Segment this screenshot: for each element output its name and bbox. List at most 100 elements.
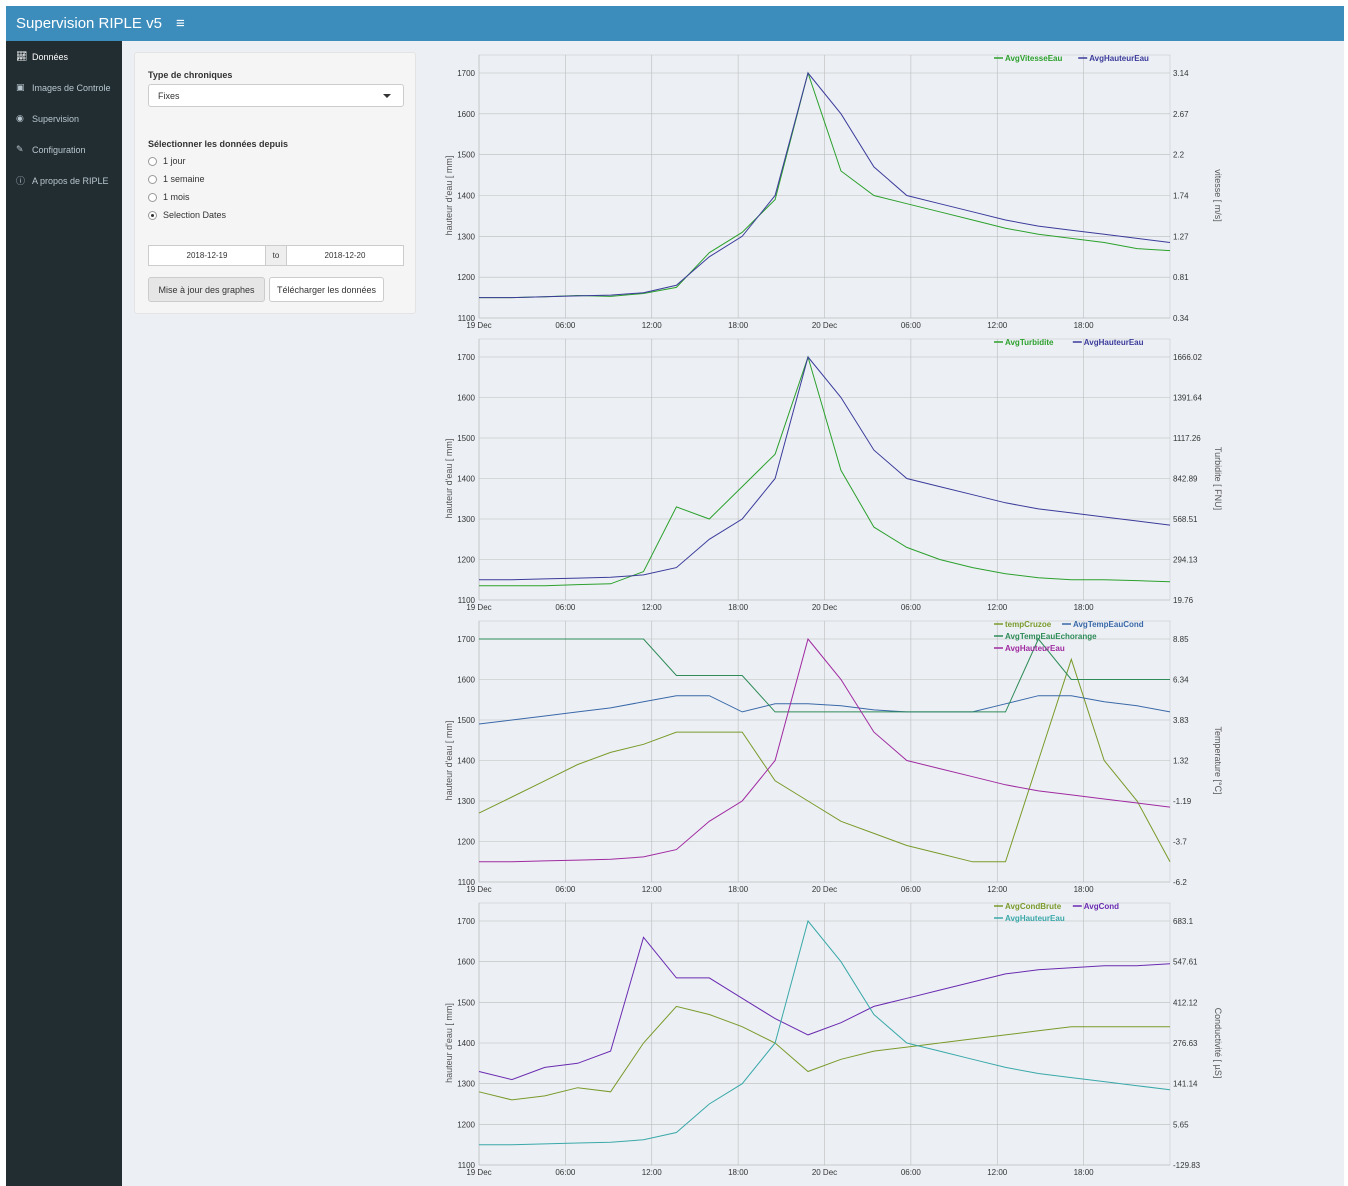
x-tick-label: 19 Dec <box>466 603 491 612</box>
x-tick-label: 18:00 <box>1074 1168 1095 1177</box>
x-tick-label: 12:00 <box>642 321 663 330</box>
y2-tick-label: 1391.64 <box>1173 394 1202 403</box>
y2-tick-label: 2.2 <box>1173 151 1185 160</box>
y2-tick-label: 0.81 <box>1173 273 1189 282</box>
y-tick-label: 1200 <box>457 1120 475 1129</box>
legend-entry: AvgTempEauCond <box>1073 620 1144 629</box>
x-tick-label: 06:00 <box>555 885 576 894</box>
y-tick-label: 1600 <box>457 394 475 403</box>
y2-tick-label: 0.34 <box>1173 314 1189 323</box>
y2-tick-label: 1666.02 <box>1173 353 1202 362</box>
y-axis-label: hauteur d'eau [ mm] <box>444 156 454 236</box>
chart-3: 1100 -6.21200 -3.71300 -1.191400 1.321500 3.8… <box>444 620 1223 894</box>
y-tick-label: 1300 <box>457 1080 475 1089</box>
y2-tick-label: 3.14 <box>1173 69 1189 78</box>
x-tick-label: 18:00 <box>728 885 749 894</box>
x-tick-label: 18:00 <box>1074 603 1095 612</box>
x-tick-label: 20 Dec <box>812 603 837 612</box>
y2-tick-label: -3.7 <box>1173 838 1187 847</box>
y2-tick-label: 276.63 <box>1173 1039 1198 1048</box>
legend-entry: AvgVitesseEau <box>1005 54 1062 63</box>
legend-entry: AvgHauteurEau <box>1005 914 1065 923</box>
y-tick-label: 1300 <box>457 797 475 806</box>
legend-entry: AvgTurbidite <box>1005 338 1054 347</box>
y-tick-label: 1600 <box>457 958 475 967</box>
x-tick-label: 18:00 <box>1074 885 1095 894</box>
x-tick-label: 20 Dec <box>812 321 837 330</box>
x-tick-label: 18:00 <box>1074 321 1095 330</box>
charts-area: 1100 0.341200 0.811300 1.271400 1.741500 2.21… <box>444 54 1223 1177</box>
legend-entry: AvgHauteurEau <box>1005 644 1065 653</box>
y-tick-label: 1700 <box>457 69 475 78</box>
y2-tick-label: 412.12 <box>1173 998 1198 1007</box>
y-tick-label: 1200 <box>457 556 475 565</box>
y-tick-label: 1500 <box>457 434 475 443</box>
y2-tick-label: 6.34 <box>1173 676 1189 685</box>
y-tick-label: 1400 <box>457 475 475 484</box>
y2-tick-label: 3.83 <box>1173 716 1189 725</box>
x-tick-label: 12:00 <box>987 1168 1008 1177</box>
y2-axis-label: Temperature [°C] <box>1213 726 1223 794</box>
x-tick-label: 06:00 <box>901 321 922 330</box>
x-tick-label: 06:00 <box>901 603 922 612</box>
y-tick-label: 1500 <box>457 716 475 725</box>
x-tick-label: 12:00 <box>987 321 1008 330</box>
y2-tick-label: 1117.26 <box>1173 434 1201 443</box>
legend-entry: AvgHauteurEau <box>1089 54 1149 63</box>
y2-axis-label: vitesse [ m/s] <box>1213 169 1223 222</box>
x-tick-label: 12:00 <box>642 1168 663 1177</box>
y-tick-label: 1700 <box>457 635 475 644</box>
y2-tick-label: -6.2 <box>1173 878 1187 887</box>
x-tick-label: 12:00 <box>642 603 663 612</box>
y2-tick-label: 842.89 <box>1173 475 1198 484</box>
chart-2: 1100 19.761200 294.131300 568.511400 842.891… <box>444 338 1223 612</box>
y2-tick-label: 1.32 <box>1173 757 1189 766</box>
x-tick-label: 06:00 <box>555 321 576 330</box>
x-tick-label: 20 Dec <box>812 1168 837 1177</box>
y-tick-label: 1400 <box>457 757 475 766</box>
y2-tick-label: 1.74 <box>1173 192 1189 201</box>
legend-entry: AvgHauteurEau <box>1084 338 1144 347</box>
legend-entry: AvgCond <box>1084 902 1119 911</box>
x-tick-label: 18:00 <box>728 321 749 330</box>
y2-tick-label: 294.13 <box>1173 556 1198 565</box>
x-tick-label: 18:00 <box>728 1168 749 1177</box>
x-tick-label: 19 Dec <box>466 321 491 330</box>
y-tick-label: 1700 <box>457 917 475 926</box>
y2-tick-label: 19.76 <box>1173 596 1194 605</box>
y-axis-label: hauteur d'eau [ mm] <box>444 439 454 519</box>
y2-tick-label: 8.85 <box>1173 635 1189 644</box>
x-tick-label: 06:00 <box>555 603 576 612</box>
y-tick-label: 1600 <box>457 110 475 119</box>
y2-tick-label: 568.51 <box>1173 515 1198 524</box>
y2-tick-label: 2.67 <box>1173 110 1189 119</box>
y-tick-label: 1500 <box>457 151 475 160</box>
x-tick-label: 20 Dec <box>812 885 837 894</box>
y-tick-label: 1200 <box>457 838 475 847</box>
y-tick-label: 1300 <box>457 232 475 241</box>
legend-entry: AvgTempEauEchorange <box>1005 632 1097 641</box>
legend-entry: tempCruzoe <box>1005 620 1052 629</box>
y2-tick-label: -129.83 <box>1173 1161 1201 1170</box>
y-tick-label: 1600 <box>457 676 475 685</box>
x-tick-label: 12:00 <box>642 885 663 894</box>
y2-tick-label: 5.65 <box>1173 1120 1189 1129</box>
x-tick-label: 06:00 <box>555 1168 576 1177</box>
x-tick-label: 06:00 <box>901 885 922 894</box>
y-axis-label: hauteur d'eau [ mm] <box>444 721 454 801</box>
y-tick-label: 1200 <box>457 273 475 282</box>
y-tick-label: 1400 <box>457 192 475 201</box>
y-tick-label: 1500 <box>457 998 475 1007</box>
y2-tick-label: 547.61 <box>1173 958 1198 967</box>
y2-tick-label: 683.1 <box>1173 917 1194 926</box>
y2-axis-label: Turbidite [ FNU] <box>1213 447 1223 510</box>
y2-axis-label: Conductivité [ µS] <box>1213 1008 1223 1079</box>
chart-1: 1100 0.341200 0.811300 1.271400 1.741500 2.21… <box>444 54 1223 330</box>
y-axis-label: hauteur d'eau [ mm] <box>444 1003 454 1083</box>
y-tick-label: 1700 <box>457 353 475 362</box>
legend-entry: AvgCondBrute <box>1005 902 1062 911</box>
chart-4: 1100 -129.831200 5.651300 141.141400 276.631… <box>444 902 1223 1177</box>
y-tick-label: 1400 <box>457 1039 475 1048</box>
x-tick-label: 12:00 <box>987 603 1008 612</box>
y-tick-label: 1300 <box>457 515 475 524</box>
